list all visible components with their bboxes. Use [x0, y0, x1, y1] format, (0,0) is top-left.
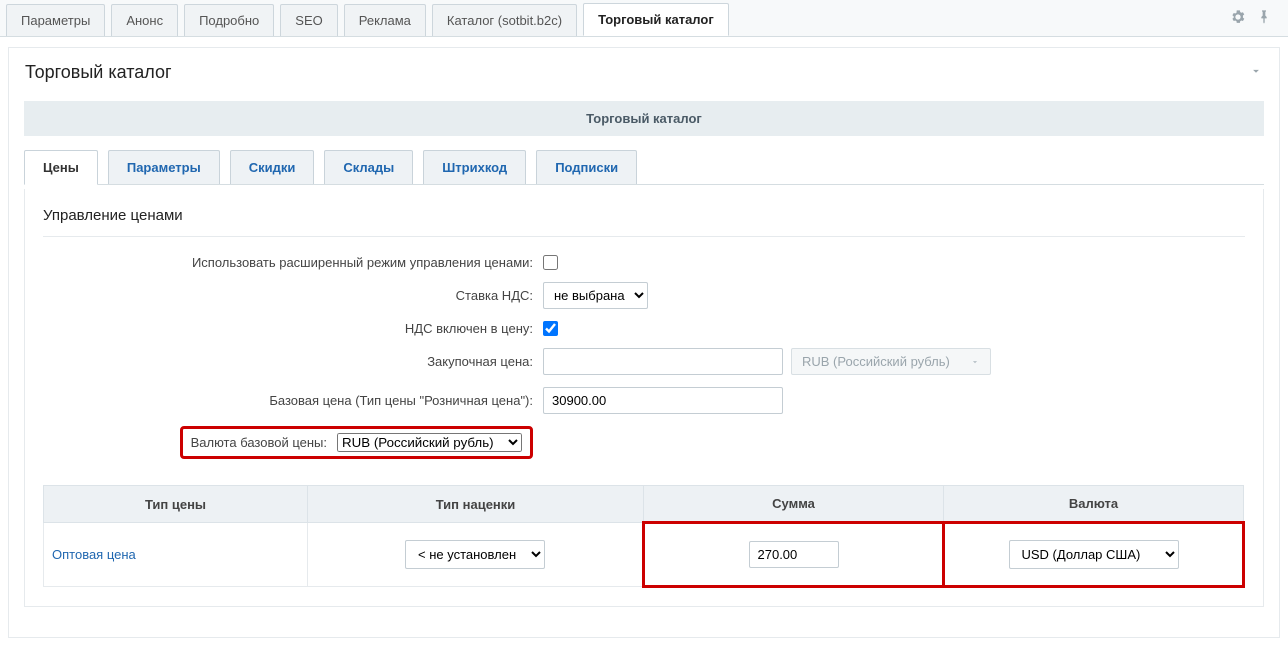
- subtab-prices[interactable]: Цены: [24, 150, 98, 185]
- prices-section: Управление ценами Использовать расширенн…: [24, 189, 1264, 607]
- cell-sum-highlight: [644, 523, 944, 587]
- inner-content: Торговый каталог Цены Параметры Скидки С…: [9, 93, 1279, 637]
- row-base-price: Базовая цена (Тип цены "Розничная цена")…: [43, 387, 1245, 414]
- tab-params[interactable]: Параметры: [6, 4, 105, 36]
- price-table: Тип цены Тип наценки Сумма Валюта Оптова…: [43, 485, 1245, 588]
- label-extended-mode: Использовать расширенный режим управлени…: [43, 255, 543, 270]
- subtab-discounts[interactable]: Скидки: [230, 150, 315, 184]
- col-markup: Тип наценки: [308, 486, 644, 523]
- top-tabs: Параметры Анонс Подробно SEO Реклама Кат…: [0, 0, 1288, 37]
- select-row-currency[interactable]: USD (Доллар США): [1009, 540, 1179, 569]
- subtab-warehouses[interactable]: Склады: [324, 150, 413, 184]
- row-vat-included: НДС включен в цену:: [43, 321, 1245, 336]
- purchase-currency-label: RUB (Российский рубль): [802, 354, 950, 369]
- select-vat-rate[interactable]: не выбрана: [543, 282, 648, 309]
- main-panel: Торговый каталог Торговый каталог Цены П…: [8, 47, 1280, 638]
- tab-detail[interactable]: Подробно: [184, 4, 274, 36]
- table-row: Оптовая цена < не установлен > USD (Долл…: [44, 523, 1244, 587]
- col-currency: Валюта: [944, 486, 1244, 523]
- input-purchase-price[interactable]: [543, 348, 783, 375]
- row-vat-rate: Ставка НДС: не выбрана: [43, 282, 1245, 309]
- input-base-price[interactable]: [543, 387, 783, 414]
- gear-icon[interactable]: [1230, 9, 1246, 28]
- tab-seo[interactable]: SEO: [280, 4, 337, 36]
- subtab-subscriptions[interactable]: Подписки: [536, 150, 637, 184]
- row-extended-mode: Использовать расширенный режим управлени…: [43, 255, 1245, 270]
- label-purchase-price: Закупочная цена:: [43, 354, 543, 369]
- tab-reklama[interactable]: Реклама: [344, 4, 426, 36]
- subtab-params[interactable]: Параметры: [108, 150, 220, 184]
- select-base-currency[interactable]: RUB (Российский рубль): [337, 433, 522, 452]
- base-currency-highlight: Валюта базовой цены: RUB (Российский руб…: [180, 426, 533, 459]
- purchase-currency-disabled: RUB (Российский рубль): [791, 348, 991, 375]
- panel-title-row: Торговый каталог: [9, 48, 1279, 93]
- row-base-currency: Валюта базовой цены: RUB (Российский руб…: [43, 426, 1245, 459]
- checkbox-vat-included[interactable]: [543, 321, 558, 336]
- panel-title: Торговый каталог: [25, 62, 172, 83]
- cell-currency-highlight: USD (Доллар США): [944, 523, 1244, 587]
- inner-header: Торговый каталог: [24, 101, 1264, 136]
- col-sum: Сумма: [644, 486, 944, 523]
- label-vat-included: НДС включен в цену:: [43, 321, 543, 336]
- sub-tabs: Цены Параметры Скидки Склады Штрихкод По…: [24, 150, 1264, 185]
- label-vat-rate: Ставка НДС:: [43, 288, 543, 303]
- price-table-header-row: Тип цены Тип наценки Сумма Валюта: [44, 486, 1244, 523]
- label-base-price: Базовая цена (Тип цены "Розничная цена")…: [43, 393, 543, 408]
- label-base-currency-wrap: Валюта базовой цены: RUB (Российский руб…: [43, 426, 543, 459]
- pin-icon[interactable]: [1256, 9, 1272, 28]
- row-purchase-price: Закупочная цена: RUB (Российский рубль): [43, 348, 1245, 375]
- chevron-down-icon: [970, 357, 980, 367]
- label-base-currency: Валюта базовой цены:: [191, 435, 327, 450]
- section-title: Управление ценами: [43, 207, 1245, 237]
- tab-catalog-sotbit[interactable]: Каталог (sotbit.b2c): [432, 4, 577, 36]
- subtab-barcode[interactable]: Штрихкод: [423, 150, 526, 184]
- collapse-icon[interactable]: [1249, 62, 1263, 83]
- input-sum[interactable]: [749, 541, 839, 568]
- select-markup[interactable]: < не установлен >: [405, 540, 545, 569]
- checkbox-extended-mode[interactable]: [543, 255, 558, 270]
- col-type: Тип цены: [44, 486, 308, 523]
- cell-price-type: Оптовая цена: [44, 523, 308, 587]
- top-actions: [1230, 9, 1282, 28]
- cell-markup: < не установлен >: [308, 523, 644, 587]
- tab-trade-catalog[interactable]: Торговый каталог: [583, 3, 729, 36]
- tab-anons[interactable]: Анонс: [111, 4, 178, 36]
